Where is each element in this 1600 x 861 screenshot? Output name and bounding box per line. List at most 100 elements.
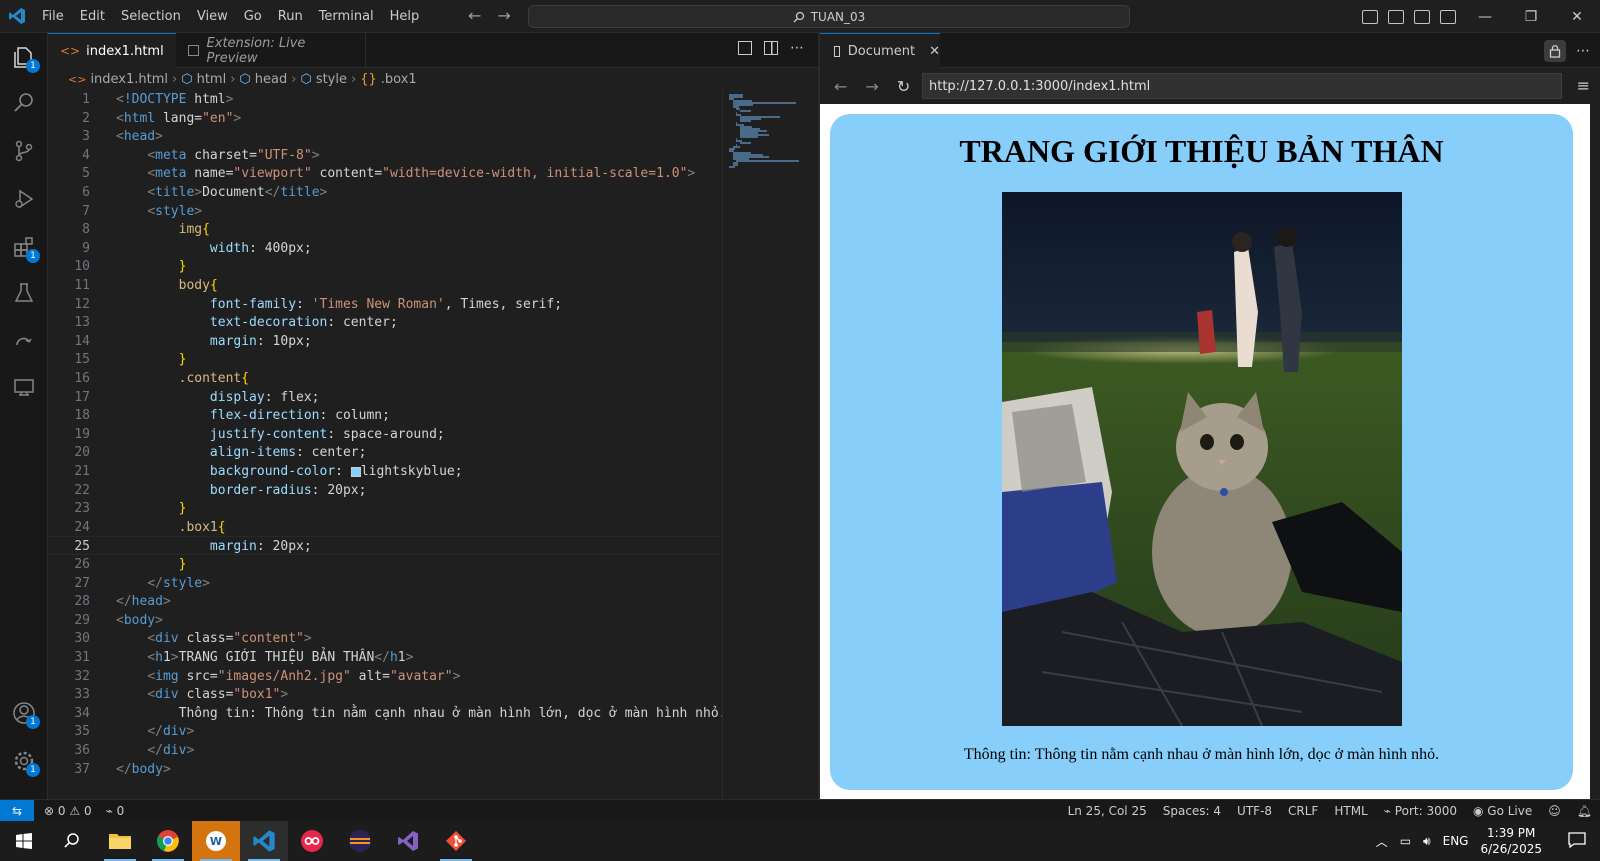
code-line[interactable]: 17 display: flex; bbox=[48, 388, 772, 407]
lock-group-icon[interactable] bbox=[1544, 40, 1566, 62]
code-line[interactable]: 14 margin: 10px; bbox=[48, 332, 772, 351]
code-line[interactable]: 23 } bbox=[48, 499, 772, 518]
extensions-icon[interactable]: 1 bbox=[0, 223, 48, 271]
code-line[interactable]: 26 } bbox=[48, 555, 772, 574]
more-actions-icon[interactable]: ⋯ bbox=[1576, 43, 1590, 59]
menu-view[interactable]: View bbox=[189, 0, 236, 33]
code-line[interactable]: 35 </div> bbox=[48, 722, 772, 741]
encoding[interactable]: UTF-8 bbox=[1237, 804, 1272, 818]
remote-indicator-icon[interactable]: ⇆ bbox=[0, 799, 34, 822]
code-line[interactable]: 13 text-decoration: center; bbox=[48, 313, 772, 332]
url-input[interactable]: http://127.0.0.1:3000/index1.html bbox=[922, 73, 1562, 99]
minimize-icon[interactable]: — bbox=[1462, 0, 1508, 33]
tab-document-preview[interactable]: Document ✕ bbox=[820, 33, 940, 68]
problems-status[interactable]: ⊗ 0 ⚠ 0 bbox=[44, 804, 92, 818]
restore-icon[interactable]: ❐ bbox=[1508, 0, 1554, 33]
hamburger-menu-icon[interactable]: ≡ bbox=[1577, 76, 1590, 95]
code-line[interactable]: 15 } bbox=[48, 350, 772, 369]
code-line[interactable]: 30 <div class="content"> bbox=[48, 629, 772, 648]
code-line[interactable]: 36 </div> bbox=[48, 741, 772, 760]
menu-file[interactable]: File bbox=[34, 0, 72, 33]
code-line[interactable]: 31 <h1>TRANG GIỚI THIỆU BẢN THÂN</h1> bbox=[48, 648, 772, 667]
code-line[interactable]: 22 border-radius: 20px; bbox=[48, 481, 772, 500]
minimap[interactable] bbox=[722, 90, 806, 799]
menu-terminal[interactable]: Terminal bbox=[311, 0, 382, 33]
source-control-icon[interactable] bbox=[0, 127, 48, 175]
input-language[interactable]: ENG bbox=[1443, 834, 1469, 848]
more-actions-icon[interactable]: ⋯ bbox=[790, 41, 804, 55]
chrome-icon[interactable] bbox=[144, 821, 192, 861]
clock[interactable]: 1:39 PM 6/26/2025 bbox=[1480, 825, 1542, 857]
explorer-icon[interactable]: 1 bbox=[0, 33, 48, 81]
code-line[interactable]: 7 <style> bbox=[48, 202, 772, 221]
breadcrumb-box1[interactable]: .box1 bbox=[381, 72, 417, 87]
code-line[interactable]: 2 <html lang="en"> bbox=[48, 109, 772, 128]
code-line[interactable]: 28 </head> bbox=[48, 592, 772, 611]
language-mode[interactable]: HTML bbox=[1334, 804, 1367, 818]
code-line[interactable]: 3 <head> bbox=[48, 127, 772, 146]
breadcrumb-style[interactable]: style bbox=[316, 72, 347, 87]
search-view-icon[interactable] bbox=[0, 79, 48, 127]
menu-edit[interactable]: Edit bbox=[72, 0, 113, 33]
code-line[interactable]: 32 <img src="images/Anh2.jpg" alt="avata… bbox=[48, 667, 772, 686]
code-line[interactable]: 1 <!DOCTYPE html> bbox=[48, 90, 772, 109]
reload-icon[interactable]: ↻ bbox=[897, 77, 910, 96]
code-line[interactable]: 25 margin: 20px; bbox=[48, 536, 772, 556]
code-line[interactable]: 4 <meta charset="UTF-8"> bbox=[48, 146, 772, 165]
close-window-icon[interactable]: ✕ bbox=[1554, 0, 1600, 33]
notification-center-icon[interactable] bbox=[1568, 831, 1586, 851]
breadcrumb-html[interactable]: html bbox=[197, 72, 227, 87]
code-line[interactable]: 6 <title>Document</title> bbox=[48, 183, 772, 202]
tab-extension-live-preview[interactable]: Extension: Live Preview bbox=[176, 33, 366, 68]
back-arrow-icon[interactable]: ← bbox=[468, 6, 481, 25]
toggle-secondary-sidebar-icon[interactable] bbox=[1414, 9, 1430, 24]
eclipse-icon[interactable] bbox=[336, 821, 384, 861]
vscode-taskbar-icon[interactable] bbox=[240, 821, 288, 861]
tab-index1-html[interactable]: <> index1.html bbox=[48, 33, 176, 68]
command-center[interactable]: TUAN_03 bbox=[528, 5, 1130, 28]
menu-help[interactable]: Help bbox=[382, 0, 428, 33]
cursor-position[interactable]: Ln 25, Col 25 bbox=[1068, 804, 1147, 818]
code-line[interactable]: 37 </body> bbox=[48, 760, 772, 779]
go-live-button[interactable]: ◉ Go Live bbox=[1473, 804, 1532, 818]
git-icon[interactable] bbox=[432, 821, 480, 861]
search-icon[interactable] bbox=[48, 821, 96, 861]
toggle-sidebar-icon[interactable] bbox=[1362, 9, 1378, 24]
menu-go[interactable]: Go bbox=[236, 0, 270, 33]
accounts-icon[interactable]: 1 bbox=[0, 689, 48, 737]
file-explorer-icon[interactable] bbox=[96, 821, 144, 861]
back-arrow-icon[interactable]: ← bbox=[834, 77, 847, 96]
code-line[interactable]: 34 Thông tin: Thông tin nằm cạnh nhau ở … bbox=[48, 704, 772, 723]
forward-arrow-icon[interactable]: → bbox=[865, 77, 878, 96]
code-line[interactable]: 27 </style> bbox=[48, 574, 772, 593]
testing-icon[interactable] bbox=[0, 269, 48, 317]
code-line[interactable]: 33 <div class="box1"> bbox=[48, 685, 772, 704]
code-line[interactable]: 8 img{ bbox=[48, 220, 772, 239]
close-tab-icon[interactable]: ✕ bbox=[929, 44, 940, 59]
manage-gear-icon[interactable]: 1 bbox=[0, 737, 48, 785]
code-line[interactable]: 5 <meta name="viewport" content="width=d… bbox=[48, 164, 772, 183]
line-ending[interactable]: CRLF bbox=[1288, 804, 1318, 818]
copilot-icon[interactable]: ☺ bbox=[1548, 804, 1561, 818]
code-line[interactable]: 10 } bbox=[48, 257, 772, 276]
timeline-icon[interactable] bbox=[0, 317, 48, 365]
app-icon-red[interactable] bbox=[288, 821, 336, 861]
code-line[interactable]: 20 align-items: center; bbox=[48, 443, 772, 462]
code-line[interactable]: 12 font-family: 'Times New Roman', Times… bbox=[48, 295, 772, 314]
breadcrumb-file[interactable]: index1.html bbox=[90, 72, 168, 87]
chevron-up-icon[interactable]: ︿ bbox=[1376, 833, 1388, 850]
code-line[interactable]: 29 <body> bbox=[48, 611, 772, 630]
breadcrumb-head[interactable]: head bbox=[255, 72, 287, 87]
code-line[interactable]: 18 flex-direction: column; bbox=[48, 406, 772, 425]
open-preview-icon[interactable] bbox=[738, 41, 752, 55]
windows-start-icon[interactable] bbox=[0, 821, 48, 861]
indentation[interactable]: Spaces: 4 bbox=[1163, 804, 1221, 818]
menu-selection[interactable]: Selection bbox=[113, 0, 189, 33]
run-debug-icon[interactable] bbox=[0, 175, 48, 223]
notifications-bell-icon[interactable]: 🔔︎ bbox=[1577, 804, 1592, 818]
app-icon-w[interactable]: W bbox=[192, 821, 240, 861]
visual-studio-icon[interactable] bbox=[384, 821, 432, 861]
split-editor-icon[interactable] bbox=[764, 41, 778, 55]
network-icon[interactable]: ▭ bbox=[1400, 834, 1411, 848]
code-line[interactable]: 19 justify-content: space-around; bbox=[48, 425, 772, 444]
